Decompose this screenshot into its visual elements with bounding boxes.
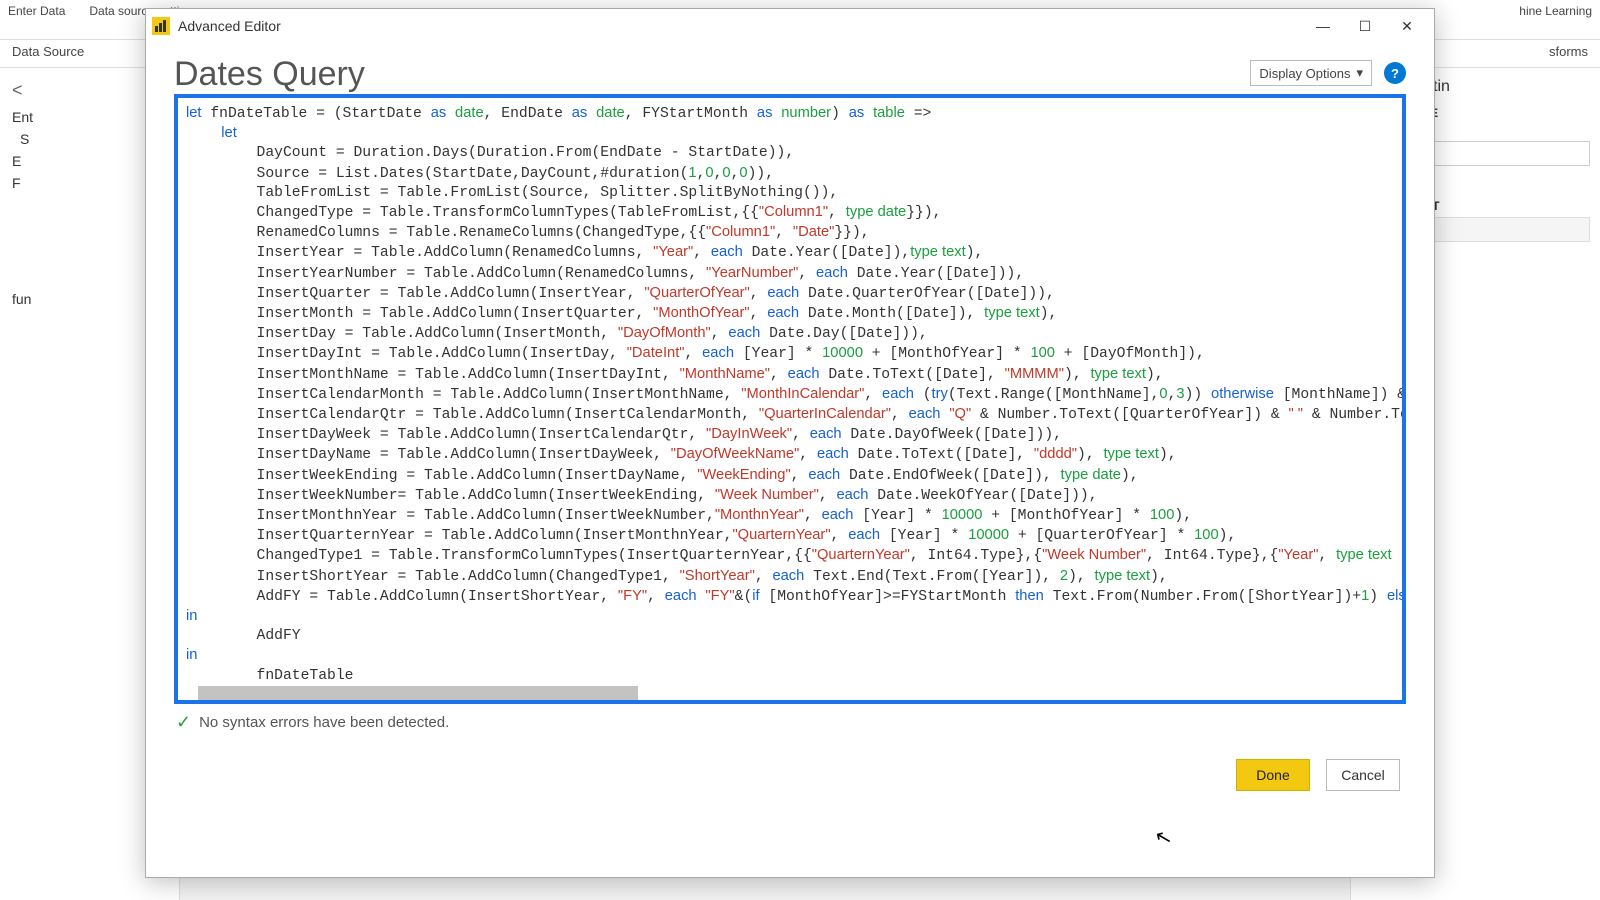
advanced-editor-dialog: Advanced Editor — ☐ ✕ Dates Query Displa… [145, 8, 1435, 878]
code-editor[interactable]: let fnDateTable = (StartDate as date, En… [174, 94, 1406, 704]
cancel-button[interactable]: Cancel [1326, 759, 1400, 791]
minimize-button[interactable]: — [1302, 11, 1344, 41]
check-icon: ✓ [176, 712, 191, 733]
app-icon [152, 17, 170, 35]
maximize-button[interactable]: ☐ [1344, 11, 1386, 41]
dialog-title: Advanced Editor [178, 18, 281, 34]
chevron-down-icon: ▾ [1356, 65, 1363, 81]
help-button[interactable]: ? [1384, 62, 1406, 84]
nav-back-icon[interactable]: < [12, 80, 167, 101]
ml-btn[interactable]: hine Learning [1519, 4, 1592, 18]
horizontal-scrollbar[interactable] [198, 686, 638, 700]
done-button[interactable]: Done [1236, 759, 1310, 791]
display-options-dropdown[interactable]: Display Options▾ [1250, 60, 1372, 86]
title-bar: Advanced Editor — ☐ ✕ [146, 9, 1434, 43]
close-button[interactable]: ✕ [1386, 11, 1428, 41]
enter-data-btn[interactable]: Enter Data [8, 4, 65, 18]
syntax-status: ✓ No syntax errors have been detected. [174, 704, 1406, 741]
